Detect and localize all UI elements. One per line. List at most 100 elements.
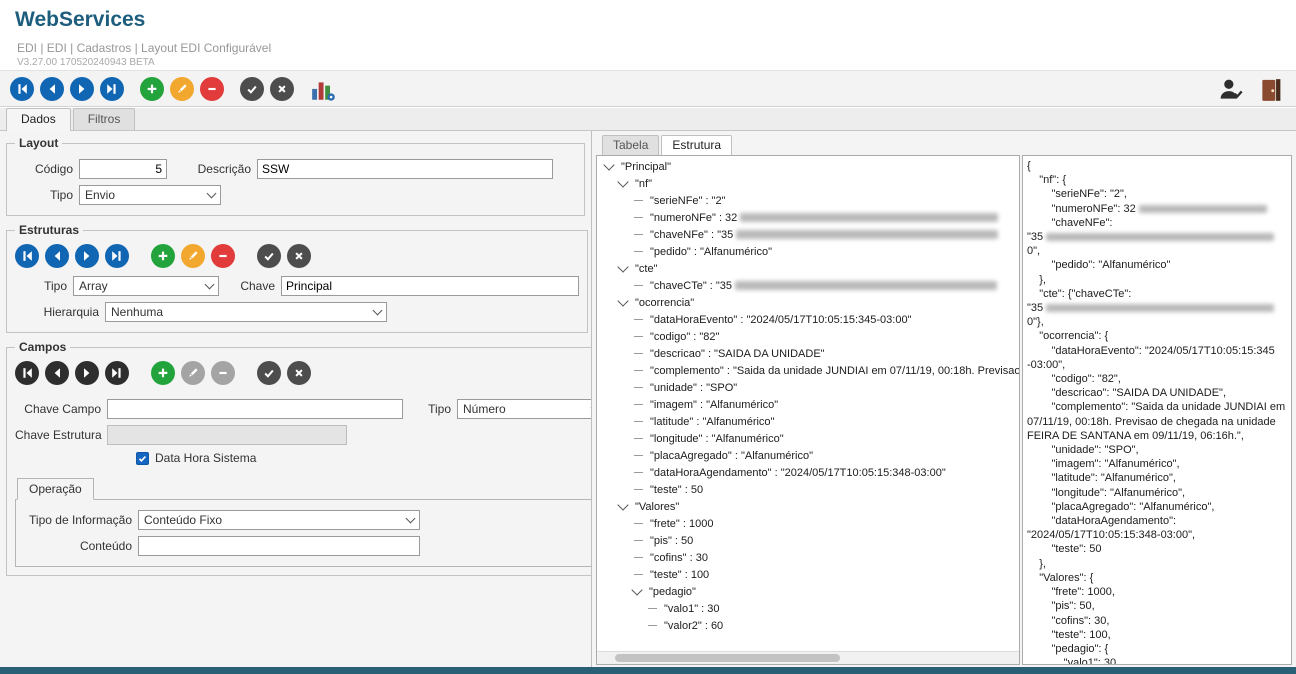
campos-nav-first-button[interactable] [15, 361, 39, 385]
cancel-button[interactable] [270, 76, 294, 101]
data-hora-checkbox[interactable] [136, 451, 149, 465]
estruturas-add-button[interactable] [151, 244, 175, 268]
tree-item[interactable]: "imagem" : "Alfanumérico" [597, 396, 1019, 413]
codigo-input[interactable] [79, 159, 167, 179]
tree-item[interactable]: "nf" [597, 175, 1019, 192]
leaf-node-icon [634, 370, 643, 371]
scrollbar-thumb[interactable] [615, 654, 840, 662]
tree-item[interactable]: "chaveCTe" : "35 [597, 277, 1019, 294]
add-button[interactable] [140, 76, 164, 101]
campos-remove-button[interactable] [211, 361, 235, 385]
json-preview-panel: { "nf": { "serieNFe": "2", "numeroNFe": … [1022, 155, 1292, 665]
estruturas-nav-next-button[interactable] [75, 244, 99, 268]
tree-item[interactable]: "ocorrencia" [597, 294, 1019, 311]
json-line-text: "teste": 100, [1027, 628, 1111, 641]
minus-icon [208, 87, 216, 90]
estruturas-nav-last-button[interactable] [105, 244, 129, 268]
campos-tipo-select[interactable]: Número [457, 399, 591, 419]
campos-nav-last-button[interactable] [105, 361, 129, 385]
tab-operacao[interactable]: Operação [17, 478, 94, 500]
tree-item[interactable]: "pis" : 50 [597, 532, 1019, 549]
chevron-expanded-icon[interactable] [617, 498, 629, 511]
tree-item[interactable]: "pedido" : "Alfanumérico" [597, 243, 1019, 260]
json-line-text: "nf": { [1027, 174, 1066, 187]
estruturas-tipo-select[interactable]: Array [73, 276, 219, 296]
chevron-down-icon [206, 188, 217, 199]
chevron-expanded-icon[interactable] [617, 294, 629, 307]
estruturas-chave-input[interactable] [281, 276, 579, 296]
json-line: "frete": 1000, [1027, 585, 1291, 599]
tree-item[interactable]: "longitude" : "Alfanumérico" [597, 430, 1019, 447]
tree-item[interactable]: "Valores" [597, 498, 1019, 515]
tree-item[interactable]: "cofins" : 30 [597, 549, 1019, 566]
layout-tipo-value: Envio [85, 188, 116, 202]
hierarquia-select[interactable]: Nenhuma [105, 302, 387, 322]
tree-item[interactable]: "teste" : 50 [597, 481, 1019, 498]
tree-item[interactable]: "teste" : 100 [597, 566, 1019, 583]
tree-item[interactable]: "dataHoraEvento" : "2024/05/17T10:05:15:… [597, 311, 1019, 328]
json-line-text: "pedido": "Alfanumérico" [1027, 259, 1171, 272]
tree-item[interactable]: "codigo" : "82" [597, 328, 1019, 345]
campos-cancel-button[interactable] [287, 361, 311, 385]
chevron-expanded-icon[interactable] [617, 260, 629, 273]
tree-item[interactable]: "unidade" : "SPO" [597, 379, 1019, 396]
tree-item[interactable]: "numeroNFe" : 32 [597, 209, 1019, 226]
tipo-informacao-select[interactable]: Conteúdo Fixo [138, 510, 420, 530]
tree-item-label: "chaveNFe" : "35 [650, 228, 734, 241]
leaf-node-icon [634, 489, 643, 490]
tab-estrutura[interactable]: Estrutura [661, 135, 733, 156]
tree-item[interactable]: "valo1" : 30 [597, 600, 1019, 617]
tree-item-label: "dataHoraAgendamento" : "2024/05/17T10:0… [650, 466, 946, 479]
tree-item-label: "dataHoraEvento" : "2024/05/17T10:05:15:… [650, 313, 912, 326]
tree-item[interactable]: "latitude" : "Alfanumérico" [597, 413, 1019, 430]
campos-nav-previous-button[interactable] [45, 361, 69, 385]
chevron-expanded-icon[interactable] [603, 158, 615, 171]
chevron-expanded-icon[interactable] [617, 175, 629, 188]
next-record-icon [84, 368, 90, 378]
tab-dados[interactable]: Dados [6, 108, 71, 131]
json-line: "35 [1027, 301, 1291, 315]
tree-item[interactable]: "cte" [597, 260, 1019, 277]
remove-button[interactable] [200, 76, 224, 101]
tree-horizontal-scrollbar[interactable] [597, 651, 1019, 664]
tab-tabela[interactable]: Tabela [602, 135, 660, 155]
tree-item[interactable]: "chaveNFe" : "35 [597, 226, 1019, 243]
tree-item[interactable]: "pedagio" [597, 583, 1019, 600]
estruturas-nav-first-button[interactable] [15, 244, 39, 268]
tree-item[interactable]: "frete" : 1000 [597, 515, 1019, 532]
confirm-button[interactable] [240, 76, 264, 101]
campos-nav-next-button[interactable] [75, 361, 99, 385]
chart-report-button[interactable] [310, 77, 336, 101]
estruturas-cancel-button[interactable] [287, 244, 311, 268]
estruturas-nav-previous-button[interactable] [45, 244, 69, 268]
estruturas-remove-button[interactable] [211, 244, 235, 268]
nav-previous-button[interactable] [40, 76, 64, 101]
campos-add-button[interactable] [151, 361, 175, 385]
tree-item[interactable]: "valor2" : 60 [597, 617, 1019, 634]
chevron-expanded-icon[interactable] [631, 583, 643, 596]
json-line: { [1027, 159, 1291, 173]
tab-filtros[interactable]: Filtros [72, 108, 136, 130]
estruturas-confirm-button[interactable] [257, 244, 281, 268]
estruturas-edit-button[interactable] [181, 244, 205, 268]
tree-item[interactable]: "descricao" : "SAIDA DA UNIDADE" [597, 345, 1019, 362]
tree-item[interactable]: "complemento" : "Saida da unidade JUNDIA… [597, 362, 1019, 379]
chave-campo-input[interactable] [107, 399, 403, 419]
nav-next-button[interactable] [70, 76, 94, 101]
descricao-input[interactable] [257, 159, 553, 179]
layout-tipo-select[interactable]: Envio [79, 185, 221, 205]
tree-item[interactable]: "dataHoraAgendamento" : "2024/05/17T10:0… [597, 464, 1019, 481]
edit-button[interactable] [170, 76, 194, 101]
user-permissions-button[interactable] [1218, 77, 1244, 101]
tree-item[interactable]: "placaAgregado" : "Alfanumérico" [597, 447, 1019, 464]
exit-button[interactable] [1258, 77, 1284, 101]
tree-item[interactable]: "serieNFe" : "2" [597, 192, 1019, 209]
campos-confirm-button[interactable] [257, 361, 281, 385]
campos-edit-button[interactable] [181, 361, 205, 385]
nav-last-button[interactable] [100, 76, 124, 101]
conteudo-input[interactable] [138, 536, 420, 556]
tree-item[interactable]: "Principal" [597, 158, 1019, 175]
tree-item-label: "pedagio" [649, 585, 696, 598]
json-line: "unidade": "SPO", [1027, 443, 1291, 457]
nav-first-button[interactable] [10, 76, 34, 101]
